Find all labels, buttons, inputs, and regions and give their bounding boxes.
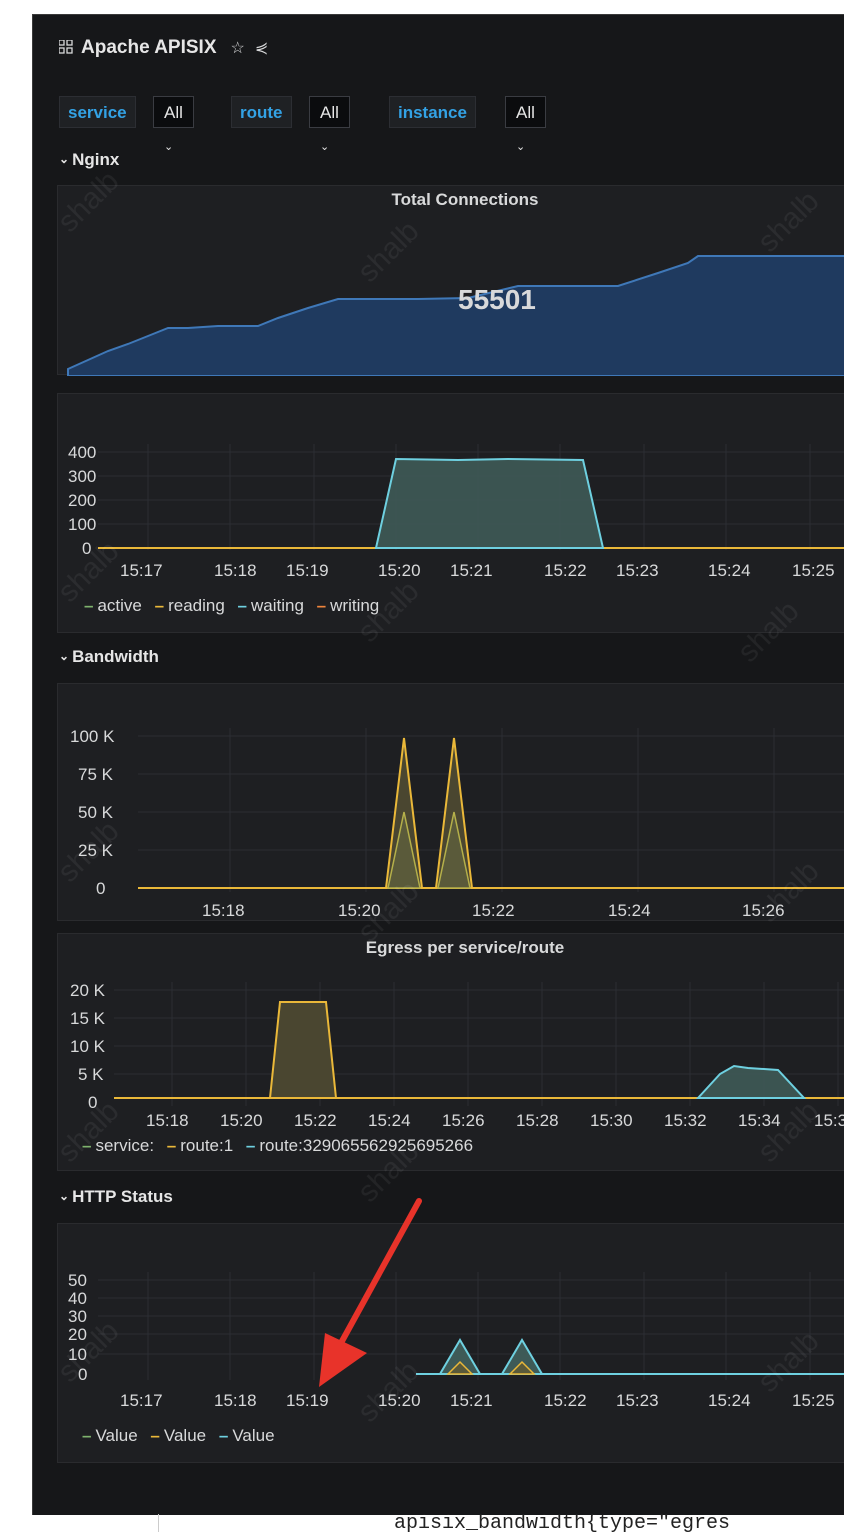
dashboard-title[interactable]: Apache APISIX: [81, 37, 217, 58]
page-divider: [158, 1514, 159, 1532]
x-tick-label: 15:23: [616, 1391, 659, 1410]
legend-item[interactable]: – route:329065562925695266: [246, 1136, 473, 1155]
y-tick-label: 15 K: [70, 1009, 106, 1028]
share-icon[interactable]: ⋞: [255, 40, 268, 57]
x-tick-label: 15:22: [472, 901, 515, 920]
x-tick-label: 15:22: [544, 1391, 587, 1410]
x-tick-label: 15:24: [368, 1111, 411, 1130]
code-fragment: apisix_bandwidth{type="egres: [394, 1514, 731, 1532]
y-tick-label: 10 K: [70, 1037, 106, 1056]
variable-select-service[interactable]: All ⌄: [153, 96, 194, 153]
y-tick-label: 400: [68, 443, 96, 462]
x-tick-label: 15:28: [516, 1111, 559, 1130]
series-value-area-inner: [446, 1360, 536, 1375]
x-tick-label: 15:18: [202, 901, 245, 920]
variable-label-route: route: [231, 96, 292, 128]
x-axis-labels: 15:17 15:18 15:19 15:20 15:21 15:22 15:2…: [120, 561, 835, 580]
x-tick-label: 15:23: [616, 561, 659, 580]
x-tick-label: 15:24: [708, 1391, 751, 1410]
legend-item[interactable]: – reading: [155, 596, 225, 615]
y-tick-label: 75 K: [78, 765, 114, 784]
y-tick-label: 30: [68, 1307, 87, 1326]
chevron-down-icon: ⌄: [164, 141, 174, 153]
row-header-nginx[interactable]: ⌄ Nginx: [59, 150, 119, 170]
panel-http-status[interactable]: 50 40 30 20 10 0 15:17 15:18 15:19 15:20…: [57, 1223, 844, 1463]
chart-bandwidth-total: 100 K 75 K 50 K 25 K 0 15:18 15:20 15:22…: [70, 727, 844, 920]
chevron-down-icon: ⌄: [320, 141, 330, 153]
x-axis-labels: 15:17 15:18 15:19 15:20 15:21 15:22 15:2…: [120, 1391, 835, 1410]
x-tick-label: 15:17: [120, 561, 163, 580]
dashboard-title-bar: Apache APISIX ☆ ⋞: [59, 37, 268, 59]
x-tick-label: 15:19: [286, 1391, 329, 1410]
x-tick-label: 15:19: [286, 561, 329, 580]
series-route1-area: [268, 1001, 338, 1099]
chevron-down-icon: ⌄: [516, 141, 526, 153]
y-axis-labels: 400 300 200 100 0: [68, 443, 96, 558]
variable-select-route[interactable]: All ⌄: [309, 96, 350, 153]
y-tick-label: 20 K: [70, 981, 106, 1000]
grid-lines: [138, 728, 844, 892]
x-tick-label: 15:32: [664, 1111, 707, 1130]
x-tick-label: 15:22: [544, 561, 587, 580]
x-tick-label: 15:21: [450, 1391, 493, 1410]
legend-nginx: – active – reading – waiting – writing: [84, 596, 387, 616]
y-tick-label: 0: [96, 879, 105, 898]
y-tick-label: 100: [68, 515, 96, 534]
x-tick-label: 15:24: [608, 901, 651, 920]
variable-label-service: service: [59, 96, 136, 128]
panel-egress[interactable]: Egress per service/route 20 K 15 K 10 K …: [57, 933, 844, 1171]
x-tick-label: 15:18: [214, 1391, 257, 1410]
x-tick-label: 15:18: [146, 1111, 189, 1130]
x-tick-label: 15:22: [294, 1111, 337, 1130]
series-waiting-area: [374, 457, 605, 549]
x-tick-label: 15:21: [450, 561, 493, 580]
panel-bandwidth-total[interactable]: 100 K 75 K 50 K 25 K 0 15:18 15:20 15:22…: [57, 683, 844, 921]
sparkline-total-connections: [67, 255, 844, 376]
legend-item[interactable]: – active: [84, 596, 142, 615]
legend-item[interactable]: – Value: [82, 1426, 138, 1445]
panel-total-connections[interactable]: Total Connections 55501: [57, 185, 844, 376]
variable-label-instance: instance: [389, 96, 476, 128]
legend-http-status: – Value – Value – Value: [82, 1426, 283, 1446]
x-tick-label: 15:25: [792, 1391, 835, 1410]
y-tick-label: 200: [68, 491, 96, 510]
variable-select-instance[interactable]: All ⌄: [505, 96, 546, 153]
legend-item[interactable]: – waiting: [238, 596, 304, 615]
row-header-bandwidth[interactable]: ⌄ Bandwidth: [59, 647, 159, 667]
legend-item[interactable]: – route:1: [167, 1136, 233, 1155]
x-tick-label: 15:20: [220, 1111, 263, 1130]
panel-nginx-connections[interactable]: 400 300 200 100 0 15:17 15:18 15:19 15:2…: [57, 393, 844, 633]
row-header-http-status[interactable]: ⌄ HTTP Status: [59, 1187, 173, 1207]
legend-item[interactable]: – Value: [150, 1426, 206, 1445]
x-axis-labels: 15:18 15:20 15:22 15:24 15:26 15:28 15:3…: [146, 1111, 844, 1130]
chevron-down-icon: ⌄: [59, 1189, 70, 1203]
y-tick-label: 100 K: [70, 727, 115, 746]
y-tick-label: 50: [68, 1271, 87, 1290]
series-route2-area: [695, 1064, 807, 1099]
chevron-down-icon: ⌄: [59, 649, 70, 663]
y-tick-label: 40: [68, 1289, 87, 1308]
x-axis-labels: 15:18 15:20 15:22 15:24 15:26: [202, 901, 785, 920]
x-tick-label: 15:18: [214, 561, 257, 580]
chevron-down-icon: ⌄: [59, 152, 70, 166]
x-tick-label: 15:17: [120, 1391, 163, 1410]
x-tick-label: 15:26: [442, 1111, 485, 1130]
grid-icon[interactable]: [59, 40, 73, 54]
dashboard-frame: Apache APISIX ☆ ⋞ service All ⌄ route All …: [32, 14, 844, 1515]
x-tick-label: 15:24: [708, 561, 751, 580]
y-axis-labels: 20 K 15 K 10 K 5 K 0: [70, 981, 106, 1112]
x-tick-label: 15:25: [792, 561, 835, 580]
x-tick-label: 15:30: [590, 1111, 633, 1130]
sparkline-area: [67, 255, 844, 376]
total-connections-value: 55501: [458, 284, 536, 315]
legend-item[interactable]: – Value: [219, 1426, 275, 1445]
star-icon[interactable]: ☆: [231, 40, 245, 57]
y-tick-label: 5 K: [78, 1065, 104, 1084]
y-tick-label: 300: [68, 467, 96, 486]
